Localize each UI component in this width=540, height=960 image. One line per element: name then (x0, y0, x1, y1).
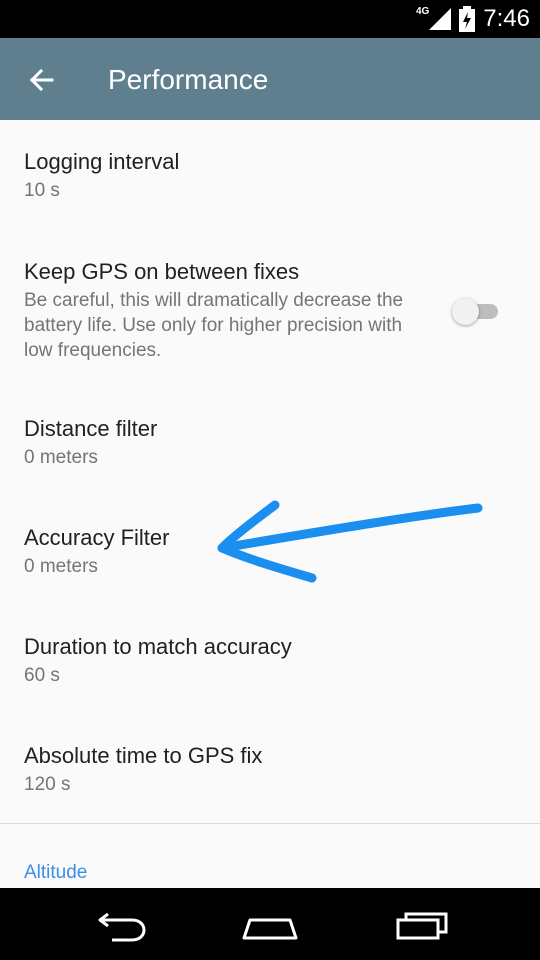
pref-title: Keep GPS on between fixes (24, 259, 300, 284)
pref-keep-gps-on[interactable]: Keep GPS on between fixes Be careful, th… (24, 258, 424, 363)
pref-summary: 0 meters (24, 556, 98, 577)
category-header-altitude: Altitude (24, 862, 88, 883)
pref-title: Duration to match accuracy (24, 634, 292, 659)
pref-title: Logging interval (24, 149, 180, 174)
annotation-arrow (217, 500, 483, 583)
pref-summary: Be careful, this will dramatically decre… (24, 290, 404, 361)
pref-summary: 10 s (24, 180, 60, 201)
battery-charging-icon (459, 6, 476, 32)
switch-thumb (452, 298, 479, 325)
divider (0, 823, 540, 824)
toolbar: Performance (0, 38, 540, 120)
pref-accuracy-filter[interactable]: Accuracy Filter 0 meters (24, 524, 444, 579)
pref-absolute-time-gps-fix[interactable]: Absolute time to GPS fix 120 s (24, 742, 444, 797)
signal-icon (429, 8, 452, 30)
pref-title: Accuracy Filter (24, 525, 170, 550)
home-icon[interactable] (230, 898, 310, 950)
pref-distance-filter[interactable]: Distance filter 0 meters (24, 415, 444, 470)
arrow-back-icon[interactable] (22, 60, 62, 100)
pref-title: Absolute time to GPS fix (24, 743, 263, 768)
pref-summary: 0 meters (24, 447, 98, 468)
pref-title: Distance filter (24, 416, 158, 441)
page-title: Performance (108, 64, 269, 95)
pref-summary: 60 s (24, 665, 60, 686)
network-type: 4G (415, 5, 430, 17)
pref-summary: 120 s (24, 774, 71, 795)
pref-duration-match-accuracy[interactable]: Duration to match accuracy 60 s (24, 633, 444, 688)
clock: 7:46 (483, 5, 530, 32)
keep-gps-switch[interactable] (452, 295, 500, 325)
recents-icon[interactable] (382, 898, 462, 950)
navigation-bar (0, 888, 540, 960)
status-bar: 4G 7:46 (0, 0, 540, 38)
back-icon[interactable] (80, 898, 160, 950)
pref-logging-interval[interactable]: Logging interval 10 s (24, 148, 444, 203)
